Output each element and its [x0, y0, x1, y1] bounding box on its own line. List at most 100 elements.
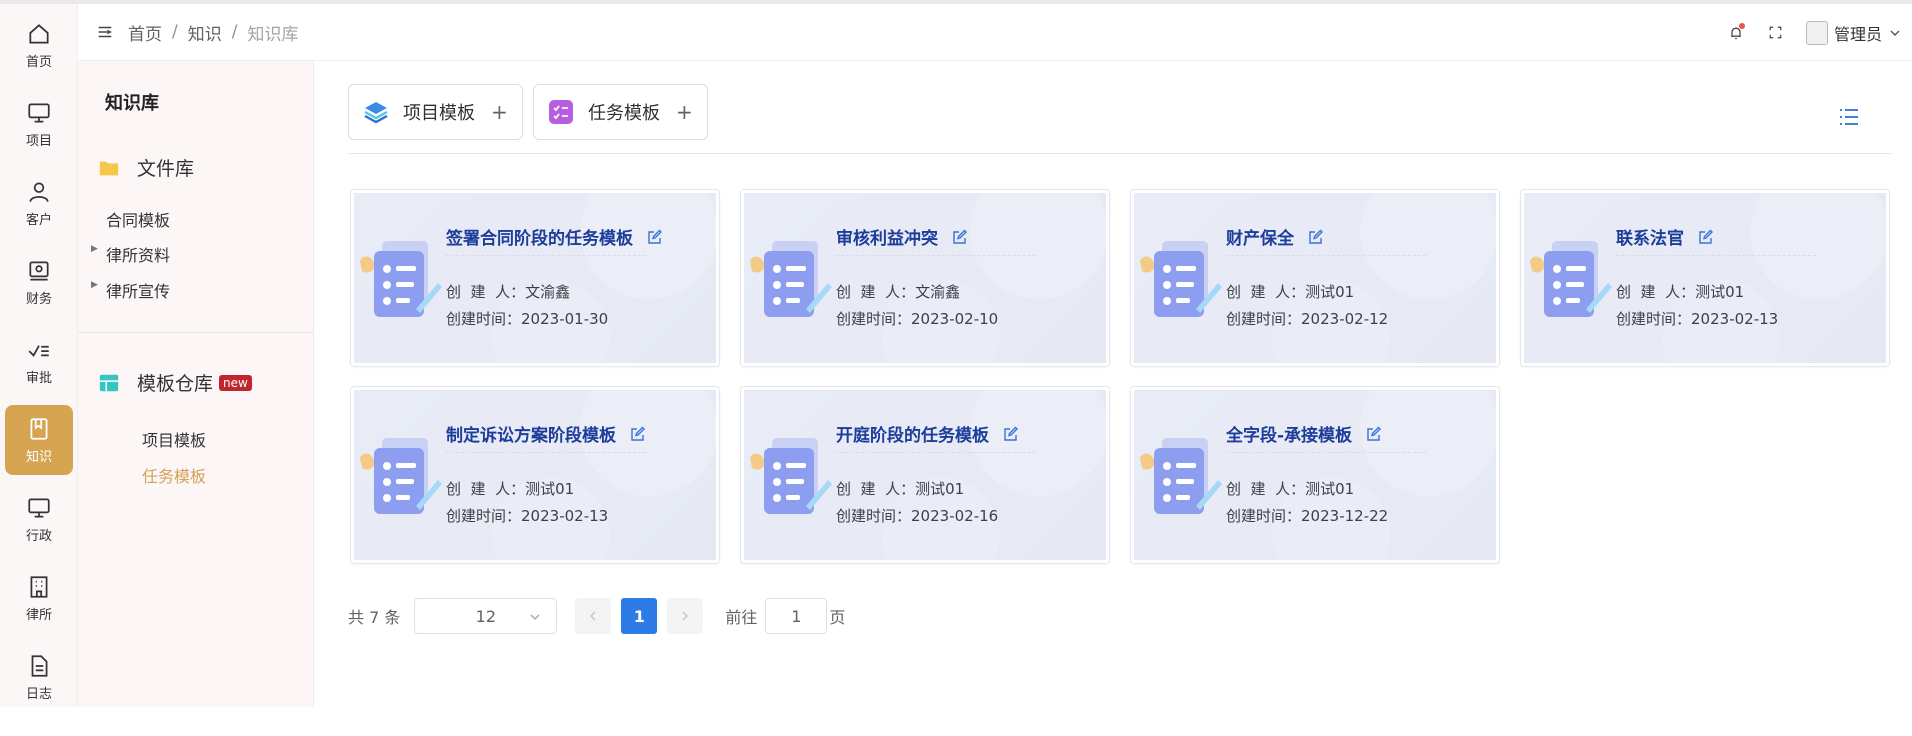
breadcrumb-separator: / — [172, 22, 178, 42]
list-view-icon[interactable] — [1838, 106, 1860, 128]
edit-icon[interactable] — [952, 229, 968, 245]
breadcrumb-knowledge[interactable]: 知识 — [188, 20, 222, 45]
template-card[interactable]: 全字段-承接模板创 建 人：测试01 创建时间：2023-12-22 — [1131, 387, 1499, 563]
header-actions: 管理员 — [1708, 4, 1902, 61]
document-checklist-icon — [1140, 241, 1222, 317]
avatar[interactable] — [1805, 20, 1828, 45]
template-card[interactable]: 开庭阶段的任务模板创 建 人：测试01 创建时间：2023-02-16 — [741, 387, 1109, 563]
chevron-right-icon — [682, 611, 689, 621]
layers-icon — [364, 102, 388, 124]
nav-item-project[interactable]: 项目 — [5, 89, 73, 159]
card-divider — [446, 452, 646, 453]
page-size-select[interactable]: 12 — [414, 598, 558, 634]
total-count: 共 7 条 — [348, 608, 401, 627]
card-title-text: 开庭阶段的任务模板 — [836, 426, 989, 446]
creator-value: 测试01 — [915, 480, 965, 498]
bell-icon[interactable] — [1724, 21, 1748, 45]
home-icon — [29, 23, 49, 44]
fullscreen-icon[interactable] — [1764, 21, 1788, 45]
task-template-button[interactable]: 任务模板 + — [533, 84, 708, 140]
document-icon — [31, 654, 48, 677]
nav-item-finance[interactable]: 财务 — [5, 247, 73, 317]
chevron-down-icon — [530, 614, 540, 620]
card-title[interactable]: 审核利益冲突 — [836, 224, 968, 249]
finance-icon — [29, 260, 49, 281]
collapse-menu-icon[interactable] — [94, 21, 116, 43]
nav-item-firm[interactable]: 律所 — [5, 563, 73, 633]
sidebar-item-project-templates[interactable]: 项目模板 — [142, 427, 206, 451]
sidebar-item-firm-promotion[interactable]: 律所宣传 — [106, 278, 170, 302]
creator-label: 创 建 人： — [1226, 283, 1306, 301]
time-value: 2023-01-30 — [521, 310, 609, 328]
creator-value: 文渝鑫 — [525, 283, 571, 301]
nav-label: 审批 — [25, 370, 52, 386]
new-badge: new — [219, 374, 252, 391]
card-created-time: 创建时间：2023-02-16 — [836, 505, 998, 526]
sidebar-item-task-templates[interactable]: 任务模板 — [142, 463, 206, 487]
edit-icon[interactable] — [1308, 229, 1324, 245]
card-title[interactable]: 签署合同阶段的任务模板 — [446, 224, 663, 249]
template-card[interactable]: 制定诉讼方案阶段模板创 建 人：测试01 创建时间：2023-02-13 — [351, 387, 719, 563]
username[interactable]: 管理员 — [1834, 21, 1882, 45]
card-divider — [1226, 452, 1426, 453]
nav-label: 首页 — [25, 54, 52, 70]
page-number-current[interactable]: 1 — [621, 598, 658, 634]
template-card[interactable]: 财产保全创 建 人：测试01 创建时间：2023-02-12 — [1131, 190, 1499, 366]
task-template-label: 任务模板 — [588, 103, 660, 124]
expand-triangle-icon[interactable]: ▶ — [91, 280, 98, 290]
goto-page-input[interactable]: 1 — [765, 598, 828, 634]
card-divider — [836, 255, 1036, 256]
approval-icon — [28, 344, 49, 357]
card-title[interactable]: 全字段-承接模板 — [1226, 421, 1382, 446]
document-checklist-icon — [1530, 241, 1612, 317]
template-warehouse-section[interactable]: 模板仓库 new — [98, 369, 252, 396]
file-library-section[interactable]: 文件库 — [98, 154, 194, 181]
breadcrumb-home[interactable]: 首页 — [128, 20, 162, 45]
card-title-text: 全字段-承接模板 — [1226, 426, 1353, 446]
nav-item-approval[interactable]: 审批 — [5, 326, 73, 396]
monitor-icon — [28, 497, 50, 518]
card-title[interactable]: 开庭阶段的任务模板 — [836, 421, 1019, 446]
template-card[interactable]: 签署合同阶段的任务模板创 建 人：文渝鑫 创建时间：2023-01-30 — [351, 190, 719, 366]
time-value: 2023-02-13 — [521, 507, 609, 525]
user-icon — [29, 181, 49, 202]
building-icon — [30, 575, 48, 598]
card-title[interactable]: 制定诉讼方案阶段模板 — [446, 421, 646, 446]
creator-value: 测试01 — [1305, 480, 1355, 498]
card-divider — [446, 255, 646, 256]
card-creator: 创 建 人：测试01 — [836, 478, 964, 499]
expand-triangle-icon[interactable]: ▶ — [91, 244, 98, 254]
card-creator: 创 建 人：测试01 — [446, 478, 574, 499]
chevron-down-icon[interactable] — [1888, 26, 1902, 40]
nav-item-home[interactable]: 首页 — [5, 10, 73, 80]
nav-item-client[interactable]: 客户 — [5, 168, 73, 238]
sidebar-item-contract-templates[interactable]: 合同模板 — [106, 207, 170, 231]
nav-item-knowledge[interactable]: 知识 — [5, 405, 73, 475]
nav-item-admin[interactable]: 行政 — [5, 484, 73, 554]
creator-label: 创 建 人： — [1226, 480, 1306, 498]
card-title[interactable]: 联系法官 — [1616, 224, 1714, 249]
edit-icon[interactable] — [1003, 426, 1019, 442]
card-created-time: 创建时间：2023-02-10 — [836, 308, 998, 329]
toolbar-divider — [348, 153, 1892, 154]
edit-icon[interactable] — [1366, 426, 1382, 442]
nav-label: 知识 — [25, 449, 52, 465]
template-card[interactable]: 审核利益冲突创 建 人：文渝鑫 创建时间：2023-02-10 — [741, 190, 1109, 366]
card-title[interactable]: 财产保全 — [1226, 224, 1324, 249]
creator-value: 测试01 — [1695, 283, 1745, 301]
nav-item-log[interactable]: 日志 — [5, 642, 73, 712]
edit-icon[interactable] — [647, 229, 663, 245]
card-divider — [1226, 255, 1426, 256]
card-creator: 创 建 人：测试01 — [1226, 478, 1354, 499]
card-title-text: 签署合同阶段的任务模板 — [446, 229, 633, 249]
prev-page-button[interactable] — [575, 598, 612, 634]
edit-icon[interactable] — [1698, 229, 1714, 245]
card-title-text: 联系法官 — [1616, 229, 1684, 249]
edit-icon[interactable] — [630, 426, 646, 442]
next-page-button[interactable] — [667, 598, 704, 634]
time-value: 2023-02-13 — [1691, 310, 1779, 328]
project-template-button[interactable]: 项目模板 + — [348, 84, 523, 140]
sidebar-item-firm-materials[interactable]: 律所资料 — [106, 242, 170, 266]
template-card[interactable]: 联系法官创 建 人：测试01 创建时间：2023-02-13 — [1521, 190, 1889, 366]
nav-label: 客户 — [25, 212, 52, 228]
